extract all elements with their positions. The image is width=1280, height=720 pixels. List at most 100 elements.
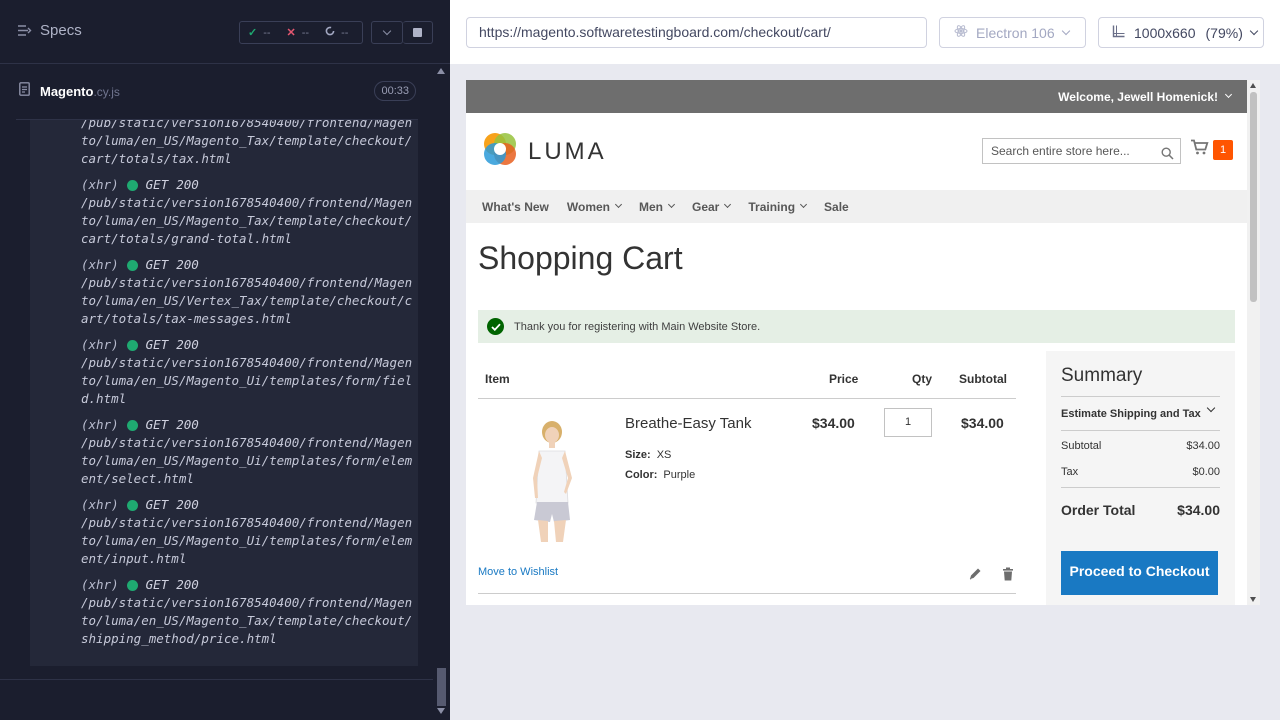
log-url: /pub/static/version1678540400/frontend/M…	[81, 355, 413, 406]
check-icon: ✓	[248, 27, 258, 39]
product-image[interactable]	[490, 418, 592, 548]
specs-label: Specs	[40, 22, 82, 39]
welcome-bar: Welcome, Jewell Homenick!	[466, 80, 1247, 113]
log-entry[interactable]: (xhr) GET 200/pub/static/version1678540400…	[81, 576, 414, 648]
command-log-panel: Specs ✓ -- ✕ -- -- Magento.cy.js 00:33 /…	[0, 0, 450, 720]
nav-men[interactable]: Men	[639, 200, 676, 214]
log-method: GET	[145, 497, 169, 512]
order-total-row: Order Total $34.00	[1061, 502, 1220, 518]
log-url: /pub/static/version1678540400/frontend/M…	[81, 120, 413, 166]
product-name[interactable]: Breathe-Easy Tank	[625, 415, 751, 432]
site-header: LUMA Search entire store here... 1	[466, 113, 1247, 190]
header-subtotal: Subtotal	[959, 372, 1007, 386]
minicart-button[interactable]: 1	[1190, 139, 1233, 160]
nav-gear[interactable]: Gear	[692, 200, 732, 214]
viewport-size: 1000x660	[1134, 24, 1196, 41]
divider	[478, 398, 1016, 399]
search-icon[interactable]	[1161, 144, 1174, 168]
log-entry-head: (xhr) GET 200	[81, 176, 414, 194]
proceed-to-checkout-button[interactable]: Proceed to Checkout	[1061, 551, 1218, 595]
logo-text: LUMA	[528, 137, 607, 165]
status-dot-icon	[126, 499, 138, 511]
log-type: (xhr)	[81, 177, 119, 192]
scroll-down-icon[interactable]	[437, 708, 445, 714]
scroll-up-icon[interactable]	[1250, 83, 1256, 88]
log-entry[interactable]: (xhr) GET 200/pub/static/version1678540400…	[81, 496, 414, 568]
log-method: GET	[145, 337, 169, 352]
nav-whats-new[interactable]: What's New	[482, 200, 549, 214]
summary-title: Summary	[1061, 365, 1143, 386]
log-url: /pub/static/version1678540400/frontend/M…	[81, 515, 413, 566]
chevron-down-icon	[1206, 403, 1216, 413]
log-entry-head: (xhr) GET 200	[81, 496, 414, 514]
welcome-text[interactable]: Welcome, Jewell Homenick!	[1058, 90, 1218, 104]
log-entry[interactable]: (xhr) GET 200/pub/static/version1678540400…	[81, 336, 414, 408]
chevron-down-icon	[1249, 26, 1259, 35]
aut-header: https://magento.softwaretestingboard.com…	[450, 0, 1280, 64]
chevron-down-icon[interactable]	[1224, 90, 1233, 99]
scroll-thumb[interactable]	[1250, 92, 1257, 302]
stop-button[interactable]	[403, 21, 433, 44]
browser-selector[interactable]: Electron 106	[939, 17, 1086, 48]
nav-training[interactable]: Training	[748, 200, 808, 214]
log-status: 200	[176, 337, 199, 352]
auto-scroll-button[interactable]	[371, 21, 403, 44]
search-input[interactable]: Search entire store here...	[982, 138, 1181, 164]
nav-women[interactable]: Women	[567, 200, 623, 214]
chevron-down-icon	[799, 200, 808, 209]
product-subtotal: $34.00	[961, 415, 1004, 431]
log-status: 200	[176, 257, 199, 272]
pending-count: --	[341, 26, 349, 39]
chevron-down-icon	[614, 200, 623, 209]
chevron-down-icon	[1061, 26, 1070, 35]
estimate-shipping-toggle[interactable]: Estimate Shipping and Tax	[1061, 397, 1220, 430]
electron-icon	[954, 24, 968, 41]
log-method: GET	[145, 577, 169, 592]
spec-filename: Magento.cy.js	[40, 84, 120, 99]
status-dot-icon	[126, 259, 138, 271]
nav-sale[interactable]: Sale	[824, 200, 849, 214]
viewport-info[interactable]: 1000x660 (79%)	[1098, 17, 1264, 48]
success-message: Thank you for registering with Main Webs…	[478, 310, 1235, 343]
status-dot-icon	[126, 579, 138, 591]
luma-logo[interactable]: LUMA	[482, 131, 607, 172]
header-price: Price	[829, 372, 859, 386]
test-stats: ✓ -- ✕ -- --	[239, 21, 363, 44]
log-entry[interactable]: /pub/static/version1678540400/frontend/M…	[81, 120, 414, 168]
product-price: $34.00	[812, 415, 855, 431]
log-type: (xhr)	[81, 257, 119, 272]
log-entry-head: (xhr) GET 200	[81, 336, 414, 354]
qty-input[interactable]: 1	[884, 408, 932, 437]
chevron-down-icon	[724, 200, 732, 209]
move-to-wishlist-link[interactable]: Move to Wishlist	[478, 566, 558, 578]
viewport-zoom: (79%)	[1205, 24, 1243, 41]
pencil-icon[interactable]	[968, 567, 982, 586]
chevron-down-icon	[667, 200, 676, 209]
luma-logo-icon	[482, 131, 518, 172]
specs-toggle-button[interactable]: Specs	[17, 22, 82, 39]
scroll-down-icon[interactable]	[1250, 597, 1256, 602]
passed-count: --	[263, 26, 271, 39]
log-type: (xhr)	[81, 337, 119, 352]
runner-header: Specs ✓ -- ✕ -- --	[0, 0, 450, 64]
url-bar[interactable]: https://magento.softwaretestingboard.com…	[466, 17, 927, 48]
cart-count-badge: 1	[1213, 139, 1233, 160]
divider	[478, 593, 1016, 594]
divider	[1061, 430, 1220, 431]
scroll-thumb[interactable]	[437, 668, 446, 706]
log-entry[interactable]: (xhr) GET 200/pub/static/version1678540400…	[81, 416, 414, 488]
log-entry[interactable]: (xhr) GET 200/pub/static/version1678540400…	[81, 176, 414, 248]
trash-icon[interactable]	[1002, 567, 1014, 586]
page-scrollbar[interactable]	[1247, 80, 1260, 605]
status-dot-icon	[126, 179, 138, 191]
search-placeholder: Search entire store here...	[991, 144, 1130, 158]
success-message-text: Thank you for registering with Main Webs…	[514, 320, 761, 333]
log-type: (xhr)	[81, 577, 119, 592]
cart-icon	[1190, 139, 1209, 160]
command-log-scrollbar[interactable]	[433, 64, 450, 720]
subtotal-row: Subtotal $34.00	[1061, 440, 1220, 452]
log-status: 200	[176, 417, 199, 432]
log-entry[interactable]: (xhr) GET 200/pub/static/version1678540400…	[81, 256, 414, 328]
scroll-up-icon[interactable]	[437, 68, 445, 74]
log-method: GET	[145, 417, 169, 432]
